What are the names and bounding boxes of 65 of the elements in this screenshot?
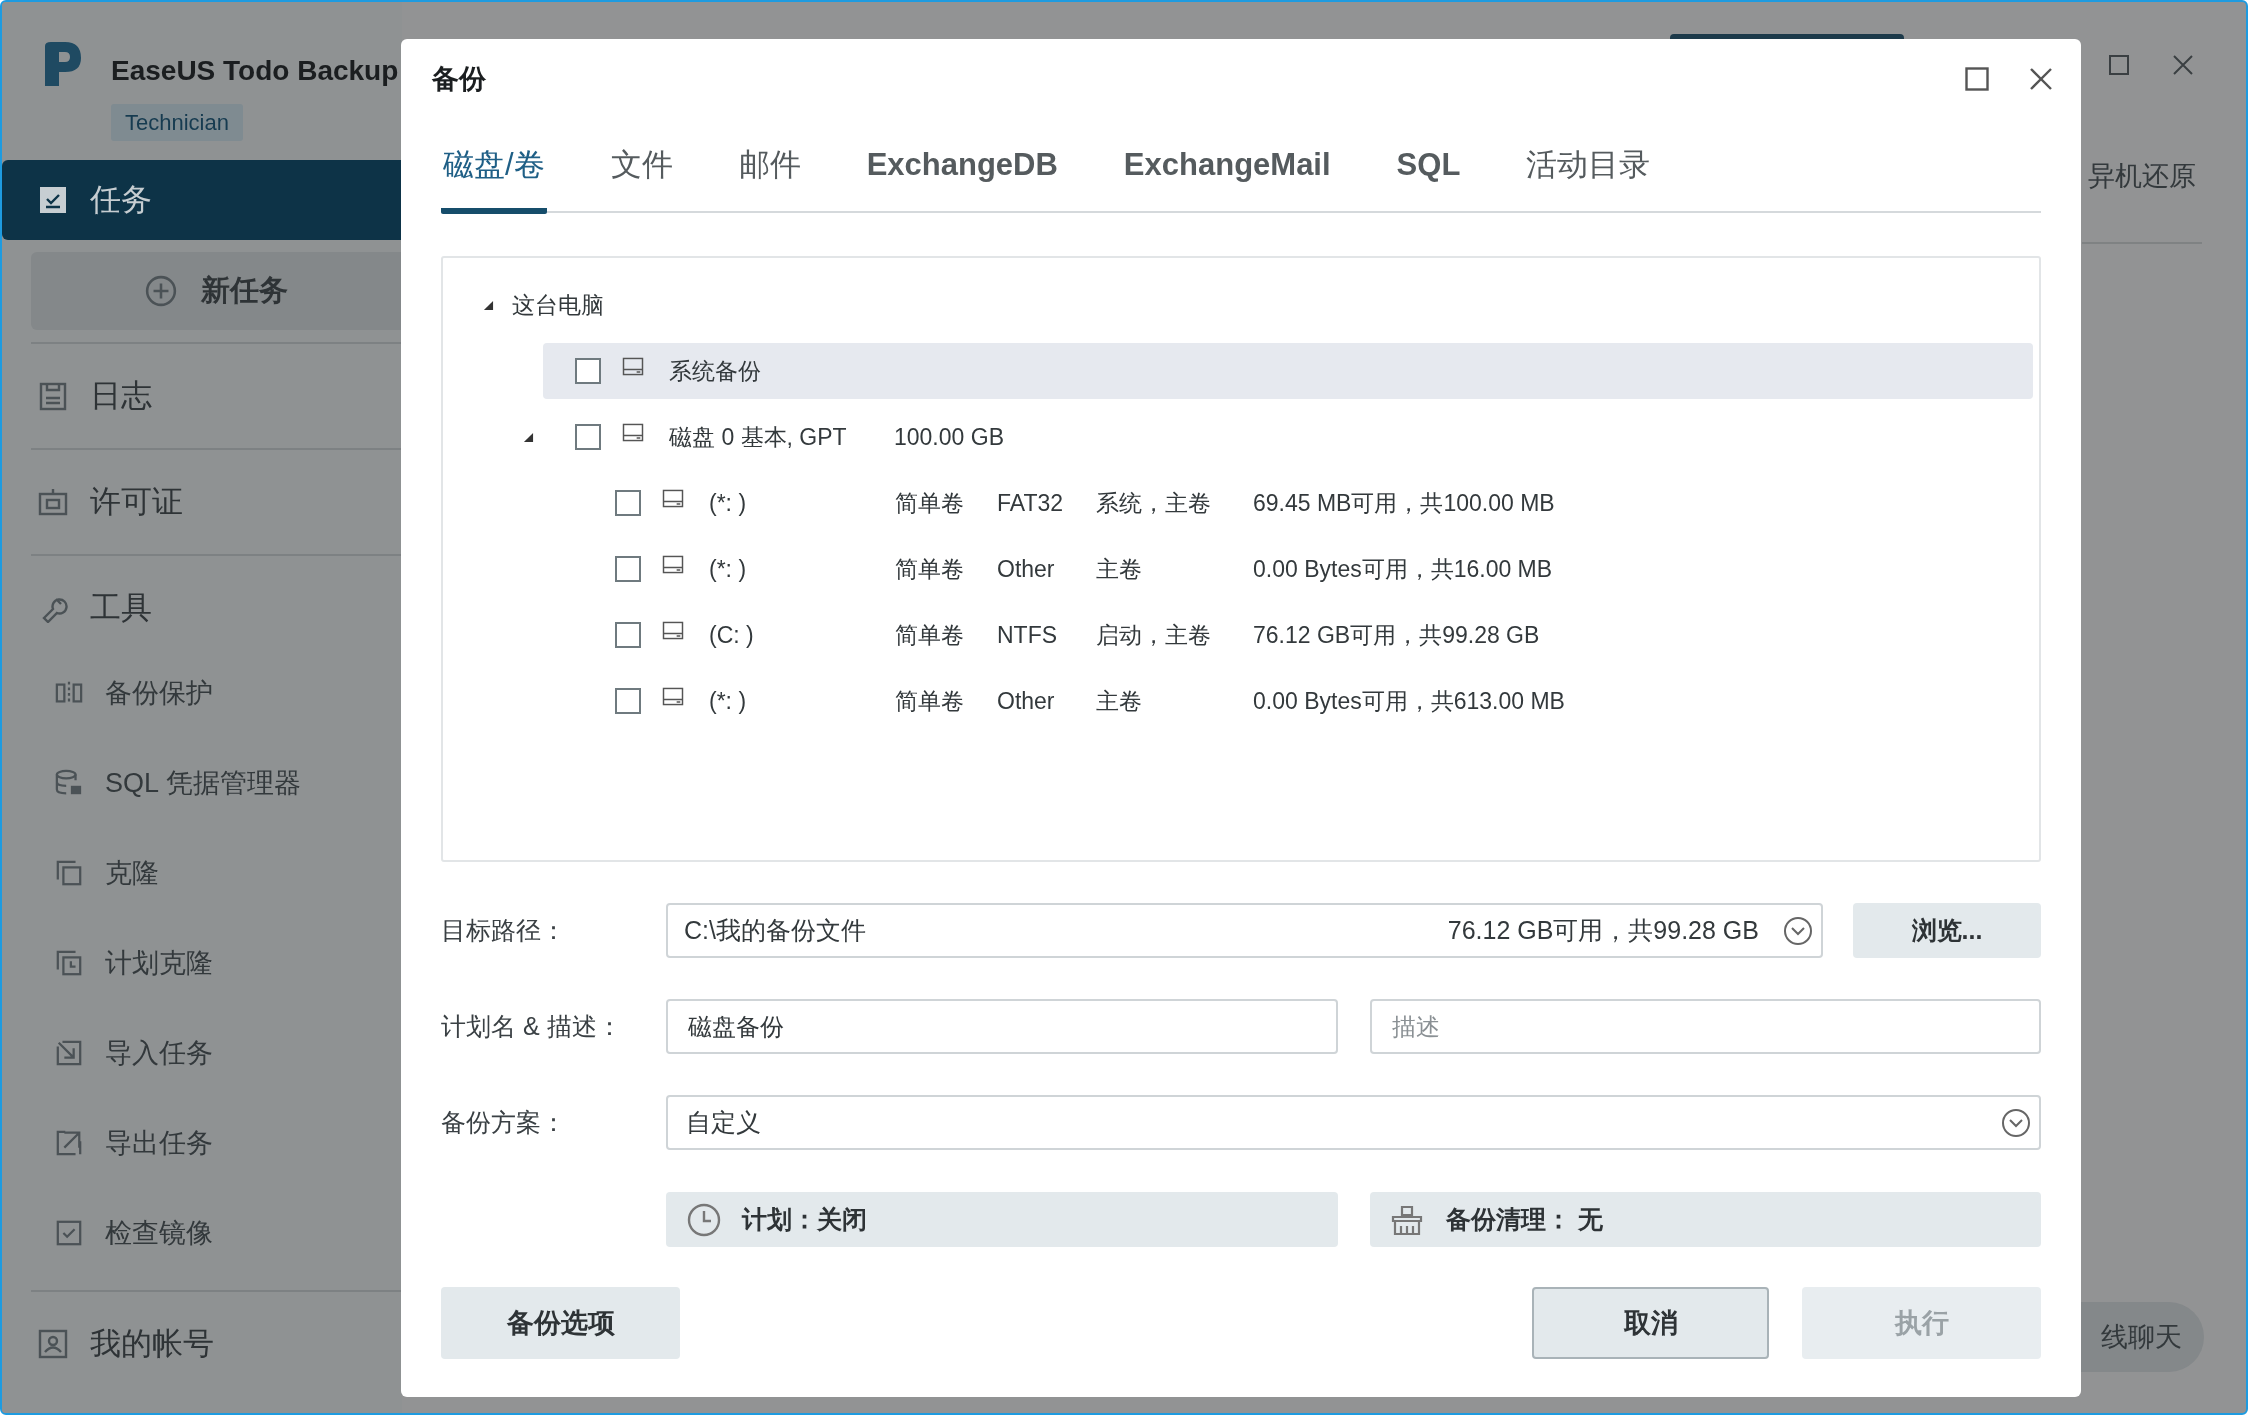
tool-item[interactable]: 导入任务 <box>2 1008 402 1098</box>
field-label: 备份方案： <box>441 1106 567 1138</box>
import-icon <box>55 1039 83 1067</box>
check-icon <box>55 1219 83 1247</box>
close-icon[interactable] <box>2172 54 2194 76</box>
nav-item[interactable]: 任务 <box>2 160 402 240</box>
dialog-button[interactable]: 取消 <box>1532 1287 1769 1359</box>
clock-icon <box>686 1201 722 1238</box>
checkbox[interactable] <box>615 622 641 648</box>
field-label: 目标路径： <box>441 914 567 946</box>
new-task-button[interactable]: 新任务 <box>31 252 402 330</box>
nav-item[interactable]: 日志 <box>2 356 402 436</box>
schedule-button[interactable]: 计划：关闭 <box>666 1192 1338 1247</box>
app-title: EaseUS Todo Backup <box>111 54 399 88</box>
close-icon[interactable] <box>2029 67 2053 91</box>
copy-clock-icon <box>55 949 83 977</box>
scheme-dropdown[interactable]: 自定义 <box>666 1095 2041 1150</box>
tab[interactable]: SQL <box>1394 122 1463 214</box>
tool-item[interactable]: SQL 凭据管理器 <box>2 738 402 828</box>
tool-item[interactable]: 计划克隆 <box>2 918 402 1008</box>
chevron-down-icon <box>1783 915 1813 946</box>
tool-item[interactable]: 备份保护 <box>2 648 402 738</box>
tree-row[interactable]: 系统备份 <box>543 343 2033 399</box>
dialog-button[interactable]: 备份选项 <box>441 1287 680 1359</box>
nav-item[interactable]: 我的帐号 <box>2 1304 402 1384</box>
expand-icon[interactable] <box>483 299 494 311</box>
checkbox[interactable] <box>575 358 601 384</box>
export-icon <box>55 1129 83 1157</box>
tree-label: 这台电脑 <box>512 290 604 320</box>
add-icon <box>145 275 177 307</box>
expand-icon[interactable] <box>523 431 534 443</box>
dialog-title: 备份 <box>432 62 486 96</box>
tab[interactable]: 文件 <box>608 122 675 214</box>
tab[interactable]: 磁盘/卷 <box>441 122 547 214</box>
nav-item[interactable]: 工具 <box>2 568 402 648</box>
field-label: 计划名 & 描述： <box>441 1010 623 1042</box>
logo-icon <box>45 42 81 86</box>
task-icon <box>38 185 68 215</box>
tool-item[interactable]: 克隆 <box>2 828 402 918</box>
user-icon <box>38 1329 68 1359</box>
database-icon <box>55 769 83 797</box>
chevron-down-icon <box>2001 1107 2031 1138</box>
copy-icon <box>55 859 83 887</box>
log-icon <box>38 381 68 411</box>
tab[interactable]: ExchangeDB <box>864 122 1060 214</box>
checkbox[interactable] <box>615 490 641 516</box>
path-dropdown[interactable]: C:\我的备份文件 76.12 GB可用，共99.28 GB <box>666 903 1823 958</box>
menu-link[interactable]: 异机还原 <box>2088 156 2196 197</box>
tool-item[interactable]: 导出任务 <box>2 1098 402 1188</box>
checkbox[interactable] <box>575 424 601 450</box>
checkbox[interactable] <box>615 556 641 582</box>
license-icon <box>38 487 68 517</box>
cleanup-button[interactable]: 备份清理： 无 <box>1370 1192 2041 1247</box>
tab[interactable]: 活动目录 <box>1524 122 1653 214</box>
description-field[interactable]: 描述 <box>1370 999 2041 1054</box>
nav-item[interactable]: 许可证 <box>2 462 402 542</box>
maximize-icon[interactable] <box>1965 67 1989 91</box>
browse-button[interactable]: 浏览... <box>1853 903 2041 958</box>
checkbox[interactable] <box>615 688 641 714</box>
tool-item[interactable]: 检查镜像 <box>2 1188 402 1278</box>
maximize-icon[interactable] <box>2108 54 2130 76</box>
edition-badge: Technician <box>111 104 243 141</box>
tab[interactable]: ExchangeMail <box>1121 122 1333 214</box>
name-field[interactable]: 磁盘备份 <box>666 999 1338 1054</box>
tab[interactable]: 邮件 <box>736 122 803 214</box>
